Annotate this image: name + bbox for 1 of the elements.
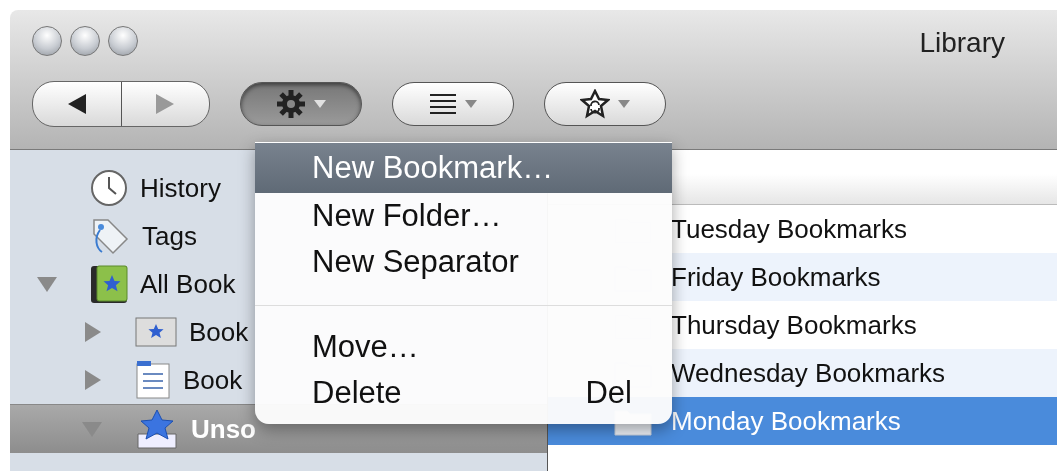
window-title: Library — [919, 27, 1005, 59]
